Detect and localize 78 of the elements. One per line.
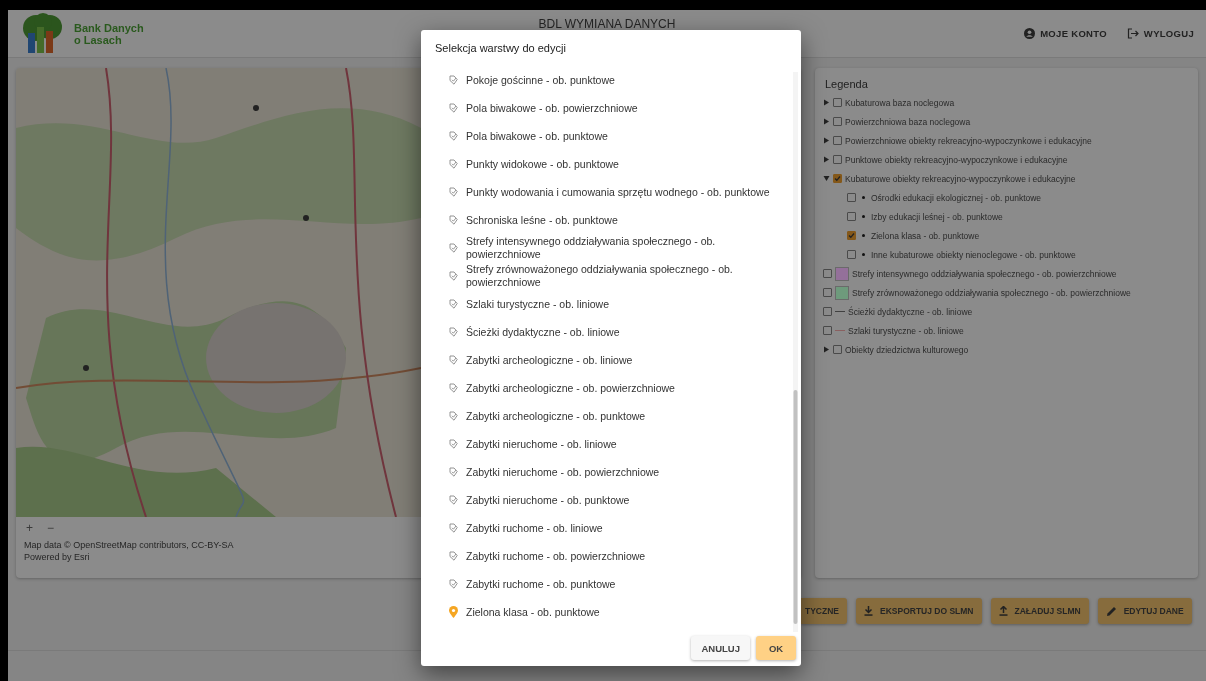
legend-label: Kubaturowe obiekty rekreacyjno-wypoczynkowe i edukacyjne [845, 173, 1076, 184]
legend-label: Szlaki turystyczne - ob. liniowe [848, 325, 964, 336]
logout-icon [1126, 28, 1139, 39]
checkbox[interactable] [847, 250, 856, 259]
layer-option[interactable]: Zabytki nieruchome - ob. liniowe [449, 430, 801, 458]
header-link[interactable]: WYLOGUJ [1126, 28, 1194, 39]
checkbox[interactable] [823, 269, 832, 278]
checkbox[interactable] [847, 212, 856, 221]
checkbox[interactable] [823, 326, 832, 335]
expand-toggle-icon[interactable] [823, 175, 830, 182]
point-symbol [862, 253, 865, 256]
attribution-text: Map data © OpenStreetMap contributors, CC-BY-SA [24, 539, 234, 551]
legend-label: Strefy zrównoważonego oddziaływania społecznego - ob. powierzchniowe [852, 287, 1131, 298]
legend-title: Legenda [825, 78, 868, 90]
legend-label: Kubaturowa baza noclegowa [845, 97, 955, 108]
checkbox[interactable] [823, 288, 832, 297]
checkbox[interactable] [833, 174, 842, 183]
check-icon [848, 232, 855, 239]
dialog-title: Selekcja warstwy do edycji [434, 41, 567, 56]
point-symbol [862, 196, 865, 199]
legend-label: Ośrodki edukacji ekologicznej - ob. punktowe [871, 192, 1042, 203]
layer-option[interactable]: Zabytki archeologiczne - ob. powierzchniowe [449, 374, 801, 402]
layer-option[interactable]: Ścieżki dydaktyczne - ob. liniowe [449, 318, 801, 346]
legend-label: Ścieżki dydaktyczne - ob. liniowe [848, 306, 973, 317]
layer-option[interactable]: Zabytki ruchome - ob. punktowe [449, 570, 801, 598]
legend-label: Izby edukacji leśnej - ob. punktowe [871, 211, 1003, 222]
layer-option[interactable]: Schroniska leśne - ob. punktowe [449, 206, 801, 234]
legend-label: Punktowe obiekty rekreacyjno-wypoczynkowe i edukacyjne [845, 154, 1068, 165]
logo-text: Bank Danych [74, 21, 144, 34]
layer-option[interactable]: Strefy intensywnego oddziaływania społecznego - ob. powierzchniowe [449, 234, 801, 262]
logo-text: o Lasach [74, 33, 122, 46]
expand-toggle-icon[interactable] [823, 99, 830, 106]
layer-option[interactable]: Punkty widokowe - ob. punktowe [449, 150, 801, 178]
checkbox[interactable] [833, 136, 842, 145]
checkbox[interactable] [833, 155, 842, 164]
legend-label: Powierzchniowe obiekty rekreacyjno-wypoczynkowe i edukacyjne [845, 135, 1092, 146]
dialog-button[interactable]: ANULUJ [691, 636, 750, 660]
point-symbol [862, 234, 865, 237]
checkbox[interactable] [847, 231, 856, 240]
header-link[interactable]: MOJE KONTO [1024, 28, 1107, 39]
upload-icon [998, 606, 1008, 616]
layer-option[interactable]: Zielona klasa - ob. punktowe [449, 598, 801, 626]
layer-option[interactable]: Punkty wodowania i cumowania sprzętu wodnego - ob. punktowe [449, 178, 801, 206]
attribution-text: Powered by Esri [24, 551, 90, 563]
checkbox[interactable] [823, 307, 832, 316]
layer-option[interactable]: Zabytki ruchome - ob. liniowe [449, 514, 801, 542]
expand-toggle-icon[interactable] [823, 156, 830, 163]
pencil-icon [1105, 605, 1117, 617]
layer-option[interactable]: Zabytki nieruchome - ob. punktowe [449, 486, 801, 514]
download-icon [864, 606, 873, 616]
scrollbar[interactable] [793, 72, 798, 632]
layer-option[interactable]: Pokoje gościnne - ob. punktowe [449, 66, 801, 94]
legend-label: Powierzchniowa baza noclegowa [845, 116, 971, 127]
layer-option[interactable]: Zabytki archeologiczne - ob. punktowe [449, 402, 801, 430]
app-title: BDL WYMIANA DANYCH [538, 17, 676, 31]
checkbox[interactable] [833, 98, 842, 107]
expand-toggle-icon[interactable] [823, 137, 830, 144]
layer-option[interactable]: Szlaki turystyczne - ob. liniowe [449, 290, 801, 318]
layer-option[interactable]: Zabytki nieruchome - ob. powierzchniowe [449, 458, 801, 486]
account-icon [1024, 28, 1036, 39]
point-symbol [862, 215, 865, 218]
expand-toggle-icon[interactable] [823, 118, 830, 125]
legend-label: Inne kubaturowe obiekty nienoclegowe - ob. punktowe [871, 249, 1076, 260]
check-icon [834, 175, 841, 182]
layer-option[interactable]: Zabytki archeologiczne - ob. liniowe [449, 346, 801, 374]
expand-toggle-icon[interactable] [823, 346, 830, 353]
legend-label: Strefy intensywnego oddziaływania społecznego - ob. powierzchniowe [852, 268, 1117, 279]
layer-option[interactable]: Strefy zrównoważonego oddziaływania społecznego - ob. powierzchniowe [449, 262, 801, 290]
layer-option[interactable]: Pola biwakowe - ob. powierzchniowe [449, 94, 801, 122]
layer-option[interactable]: Zabytki ruchome - ob. powierzchniowe [449, 542, 801, 570]
checkbox[interactable] [833, 345, 842, 354]
dialog-button[interactable]: OK [756, 636, 796, 660]
checkbox[interactable] [833, 117, 842, 126]
checkbox[interactable] [847, 193, 856, 202]
layer-option[interactable]: Pola biwakowe - ob. punktowe [449, 122, 801, 150]
legend-label: Zielona klasa - ob. punktowe [871, 230, 980, 241]
zoom-button[interactable]: − [45, 521, 57, 535]
legend-label: Obiekty dziedzictwa kulturowego [845, 344, 969, 355]
